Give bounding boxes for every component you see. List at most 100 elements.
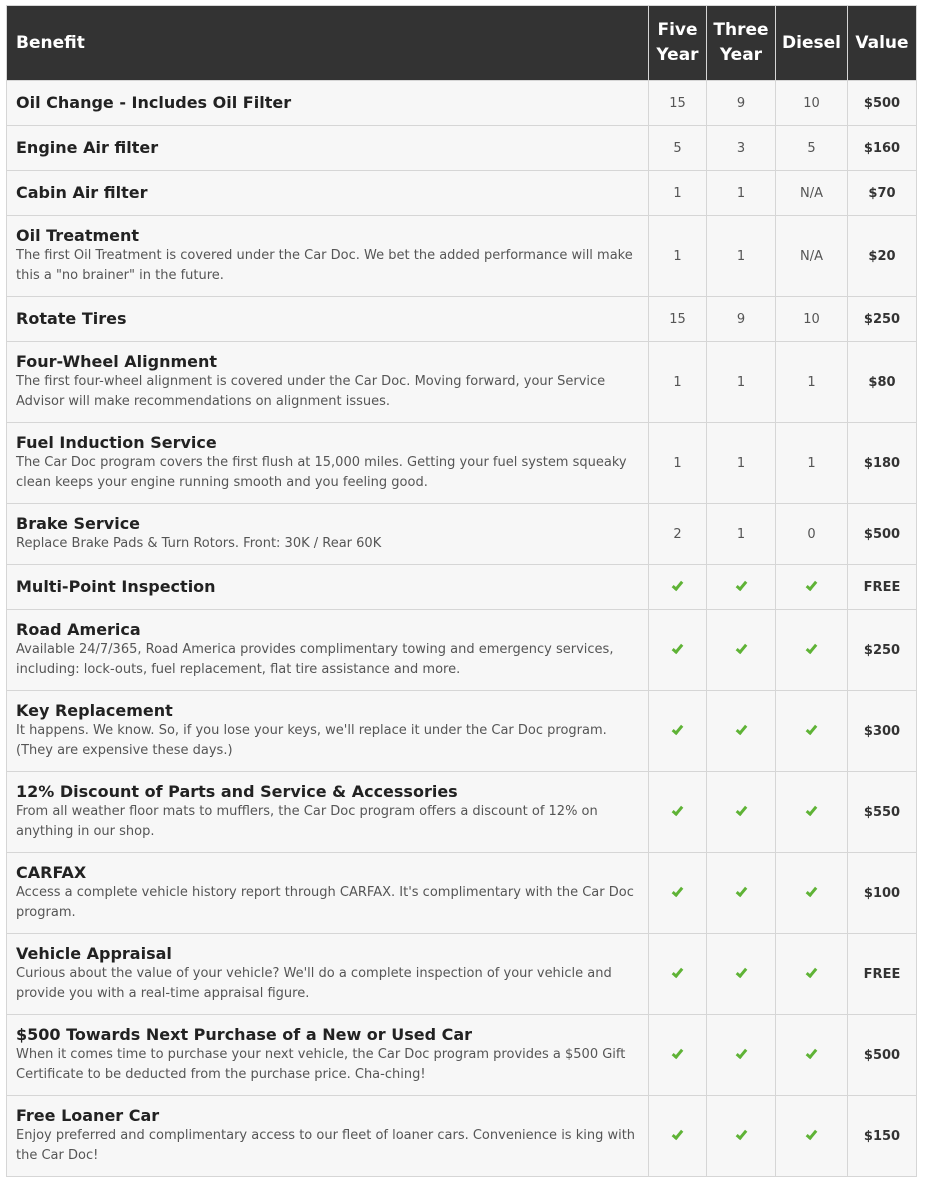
benefit-description: It happens. We know. So, if you lose you… <box>16 723 607 758</box>
five-year-cell <box>648 1095 707 1177</box>
benefit-description: Enjoy preferred and complimentary access… <box>16 1128 636 1163</box>
benefit-cell: Fuel Induction Service The Car Doc progra… <box>6 422 649 504</box>
five-year-cell: 1 <box>648 215 707 297</box>
checkmark-icon <box>805 965 818 978</box>
five-year-cell <box>648 771 707 853</box>
diesel-cell <box>775 1014 848 1096</box>
three-year-cell: 1 <box>706 215 776 297</box>
five-year-cell: 2 <box>648 503 707 565</box>
table-row: Oil Change - Includes Oil Filter 15 9 10 $50… <box>6 80 917 126</box>
checkmark-icon <box>735 1127 747 1140</box>
diesel-cell <box>775 771 848 853</box>
benefit-description: Access a complete vehicle history report… <box>16 885 634 920</box>
value-cell: $70 <box>847 170 917 216</box>
table-row: $500 Towards Next Purchase of a New or U… <box>6 1014 917 1096</box>
header-three-year: Three Year <box>706 5 776 81</box>
benefit-cell: Multi-Point Inspection <box>6 564 649 610</box>
value-cell: $180 <box>847 422 917 504</box>
value-cell: $550 <box>847 771 917 853</box>
table-row: Fuel Induction Service The Car Doc progra… <box>6 422 917 504</box>
value-cell: $250 <box>847 296 917 342</box>
three-year-cell: 3 <box>706 125 776 171</box>
checkmark-icon <box>735 965 747 978</box>
benefit-description: The first four-wheel alignment is covere… <box>16 374 606 409</box>
three-year-cell <box>706 609 776 691</box>
three-year-cell <box>706 852 776 934</box>
table-row: Four-Wheel Alignment The first four-wheel… <box>6 341 917 423</box>
diesel-cell: 0 <box>775 503 848 565</box>
checkmark-icon <box>671 578 684 591</box>
header-five-year: Five Year <box>648 5 707 81</box>
benefits-table: Benefit Five Year Three Year Diesel Valu… <box>6 5 917 1177</box>
benefit-cell: Cabin Air filter <box>6 170 649 216</box>
benefit-title: CARFAX <box>16 863 87 882</box>
three-year-cell: 1 <box>706 341 776 423</box>
value-cell: FREE <box>847 933 917 1015</box>
benefit-description: When it comes time to purchase your next… <box>16 1047 626 1082</box>
table-row: Free Loaner Car Enjoy preferred and compl… <box>6 1095 917 1177</box>
benefit-cell: Brake Service Replace Brake Pads & Turn R… <box>6 503 649 565</box>
benefit-cell: Four-Wheel Alignment The first four-wheel… <box>6 341 649 423</box>
checkmark-icon <box>805 1127 818 1140</box>
benefit-title: Engine Air filter <box>16 138 159 157</box>
table-row: 12% Discount of Parts and Service & Acce… <box>6 771 917 853</box>
five-year-cell: 1 <box>648 422 707 504</box>
five-year-cell: 15 <box>648 80 707 126</box>
three-year-cell <box>706 1014 776 1096</box>
benefit-description: From all weather floor mats to mufflers,… <box>16 804 598 839</box>
benefit-title: Free Loaner Car <box>16 1106 160 1125</box>
benefit-cell: Free Loaner Car Enjoy preferred and compl… <box>6 1095 649 1177</box>
three-year-cell: 1 <box>706 503 776 565</box>
benefit-title: 12% Discount of Parts and Service & Acce… <box>16 782 458 801</box>
five-year-cell <box>648 852 707 934</box>
header-diesel: Diesel <box>775 5 848 81</box>
benefit-title: Oil Treatment <box>16 226 140 245</box>
benefit-cell: Oil Treatment The first Oil Treatment is … <box>6 215 649 297</box>
diesel-cell: N/A <box>775 215 848 297</box>
checkmark-icon <box>671 641 684 654</box>
five-year-cell <box>648 564 707 610</box>
benefit-title: Cabin Air filter <box>16 183 148 202</box>
five-year-cell: 5 <box>648 125 707 171</box>
three-year-cell <box>706 933 776 1015</box>
table-row: Vehicle Appraisal Curious about the value… <box>6 933 917 1015</box>
table-row: Key Replacement It happens. We know. So, … <box>6 690 917 772</box>
value-cell: $100 <box>847 852 917 934</box>
benefit-title: Road America <box>16 620 141 639</box>
checkmark-icon <box>735 722 747 735</box>
checkmark-icon <box>735 884 747 897</box>
benefit-title: Oil Change - Includes Oil Filter <box>16 93 292 112</box>
value-cell: FREE <box>847 564 917 610</box>
benefit-cell: Road America Available 24/7/365, Road Ame… <box>6 609 649 691</box>
benefit-title: $500 Towards Next Purchase of a New or U… <box>16 1025 473 1044</box>
diesel-cell <box>775 933 848 1015</box>
checkmark-icon <box>735 1046 747 1059</box>
diesel-cell: 10 <box>775 296 848 342</box>
checkmark-icon <box>805 884 818 897</box>
value-cell: $300 <box>847 690 917 772</box>
benefit-title: Vehicle Appraisal <box>16 944 172 963</box>
value-cell: $500 <box>847 80 917 126</box>
table-row: Oil Treatment The first Oil Treatment is … <box>6 215 917 297</box>
five-year-cell <box>648 609 707 691</box>
three-year-cell <box>706 1095 776 1177</box>
diesel-cell: N/A <box>775 170 848 216</box>
diesel-cell: 1 <box>775 422 848 504</box>
value-cell: $160 <box>847 125 917 171</box>
diesel-cell: 5 <box>775 125 848 171</box>
benefit-description: The Car Doc program covers the first flu… <box>16 455 627 490</box>
benefit-title: Four-Wheel Alignment <box>16 352 218 371</box>
benefit-title: Multi-Point Inspection <box>16 577 216 596</box>
checkmark-icon <box>735 641 747 654</box>
table-row: Multi-Point Inspection FREE <box>6 564 917 610</box>
three-year-cell: 1 <box>706 422 776 504</box>
value-cell: $20 <box>847 215 917 297</box>
benefit-cell: Key Replacement It happens. We know. So, … <box>6 690 649 772</box>
table-row: Cabin Air filter 1 1 N/A $70 <box>6 170 917 216</box>
checkmark-icon <box>805 578 818 591</box>
benefit-cell: $500 Towards Next Purchase of a New or U… <box>6 1014 649 1096</box>
three-year-cell <box>706 690 776 772</box>
checkmark-icon <box>735 803 747 816</box>
table-row: Brake Service Replace Brake Pads & Turn R… <box>6 503 917 565</box>
benefit-cell: 12% Discount of Parts and Service & Acce… <box>6 771 649 853</box>
